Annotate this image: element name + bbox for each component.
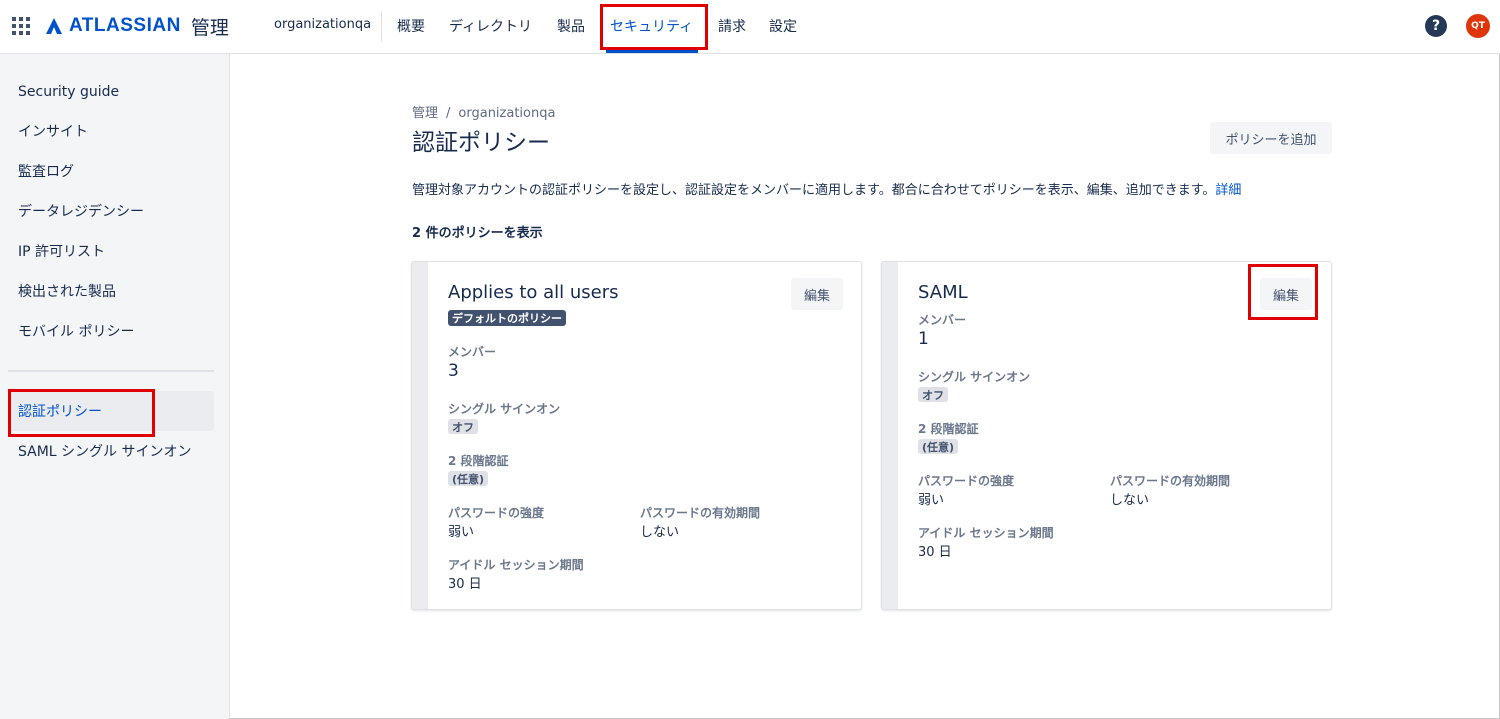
help-icon[interactable]: ? xyxy=(1425,15,1447,37)
password-expiry-value: しない xyxy=(1110,493,1150,508)
policy-title: Applies to all users xyxy=(448,282,619,303)
logo-text: ATLASSIAN xyxy=(69,15,181,36)
sidebar-item-insights[interactable]: インサイト xyxy=(8,111,214,151)
policy-title: SAML xyxy=(918,282,968,303)
breadcrumb: 管理 / organizationqa xyxy=(412,102,555,121)
sidebar-item-mobile-policy[interactable]: モバイル ポリシー xyxy=(8,311,214,351)
atlassian-logo[interactable]: ATLASSIAN 管理 xyxy=(45,13,229,39)
policy-count: 2 件のポリシーを表示 xyxy=(412,226,543,241)
breadcrumb-org[interactable]: organizationqa xyxy=(458,106,555,121)
nav-products[interactable]: 製品 xyxy=(557,16,585,36)
members-value: 1 xyxy=(918,329,929,349)
nav-active-indicator xyxy=(606,50,698,53)
sidebar-item-discovered-products[interactable]: 検出された製品 xyxy=(8,271,214,311)
policy-card-default: Applies to all users 編集 デフォルトのポリシー メンバー … xyxy=(411,261,862,610)
sidebar-divider xyxy=(8,370,214,372)
description-text: 管理対象アカウントの認証ポリシーを設定し、認証設定をメンバーに適用します。都合に… xyxy=(412,183,1216,198)
sidebar-item-audit-log[interactable]: 監査ログ xyxy=(8,151,214,191)
avatar[interactable]: QT xyxy=(1466,14,1490,38)
password-strength-label: パスワードの強度 xyxy=(448,506,545,520)
highlight-security-tab xyxy=(600,4,708,50)
sso-status-lozenge: オフ xyxy=(448,419,478,434)
card-accent-strip xyxy=(412,262,428,609)
nav-settings[interactable]: 設定 xyxy=(769,16,797,36)
page-title: 認証ポリシー xyxy=(412,130,550,156)
default-policy-badge: デフォルトのポリシー xyxy=(448,310,566,326)
sidebar-item-saml-sso[interactable]: SAML シングル サインオン xyxy=(8,431,214,471)
password-expiry-label: パスワードの有効期間 xyxy=(1110,474,1231,488)
password-expiry-label: パスワードの有効期間 xyxy=(640,506,761,520)
members-label: メンバー xyxy=(448,345,497,359)
members-value: 3 xyxy=(448,361,459,381)
sidebar-item-security-guide[interactable]: Security guide xyxy=(8,72,214,112)
idle-session-value: 30 日 xyxy=(448,577,482,592)
two-step-label: 2 段階認証 xyxy=(448,454,509,468)
learn-more-link[interactable]: 詳細 xyxy=(1215,183,1241,198)
two-step-label: 2 段階認証 xyxy=(918,422,979,436)
two-step-lozenge: (任意) xyxy=(918,439,959,454)
nav-divider xyxy=(381,11,382,42)
nav-billing[interactable]: 請求 xyxy=(718,16,746,36)
sidebar-item-ip-allowlist[interactable]: IP 許可リスト xyxy=(8,231,214,271)
logo-admin-label: 管理 xyxy=(190,16,229,39)
idle-session-label: アイドル セッション期間 xyxy=(448,558,584,572)
card-accent-strip xyxy=(882,262,898,609)
sso-status-lozenge: オフ xyxy=(918,387,948,402)
page-description: 管理対象アカウントの認証ポリシーを設定し、認証設定をメンバーに適用します。都合に… xyxy=(412,179,1241,198)
password-strength-label: パスワードの強度 xyxy=(918,474,1015,488)
highlight-auth-policies xyxy=(8,389,155,437)
nav-directory[interactable]: ディレクトリ xyxy=(449,16,532,36)
edit-button[interactable]: 編集 xyxy=(791,278,843,310)
breadcrumb-separator: / xyxy=(446,106,451,121)
nav-overview[interactable]: 概要 xyxy=(397,16,425,36)
highlight-saml-edit xyxy=(1248,264,1318,320)
atlassian-mark-icon xyxy=(46,18,62,34)
top-navigation: ATLASSIAN 管理 organizationqa 概要 ディレクトリ 製品… xyxy=(0,0,1500,54)
breadcrumb-admin[interactable]: 管理 xyxy=(412,106,438,121)
sso-label: シングル サインオン xyxy=(448,402,561,416)
sidebar-item-data-residency[interactable]: データレジデンシー xyxy=(8,191,214,231)
password-strength-value: 弱い xyxy=(918,493,945,508)
password-strength-value: 弱い xyxy=(448,525,475,540)
idle-session-label: アイドル セッション期間 xyxy=(918,526,1054,540)
idle-session-value: 30 日 xyxy=(918,545,952,560)
app-switcher-icon[interactable] xyxy=(12,17,30,35)
add-policy-button[interactable]: ポリシーを追加 xyxy=(1210,122,1332,154)
org-switcher[interactable]: organizationqa xyxy=(274,17,371,32)
sidebar: Security guide インサイト 監査ログ データレジデンシー IP 許… xyxy=(0,54,230,719)
members-label: メンバー xyxy=(918,313,967,327)
two-step-lozenge: (任意) xyxy=(448,471,489,486)
password-expiry-value: しない xyxy=(640,525,680,540)
sso-label: シングル サインオン xyxy=(918,370,1031,384)
